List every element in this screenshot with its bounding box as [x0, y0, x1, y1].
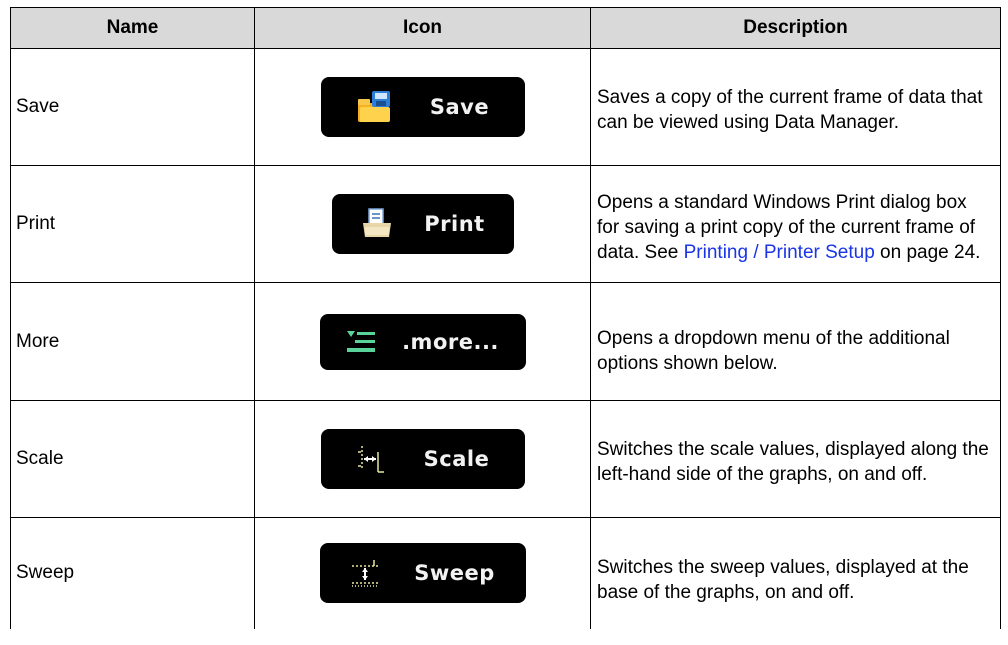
row-description: Switches the sweep values, displayed at … [590, 517, 1001, 629]
row-icon-cell: Print [254, 165, 591, 283]
row-name: Save [10, 48, 255, 166]
description-text: Opens a dropdown menu of the additional … [597, 327, 950, 374]
row-icon-cell: Save [254, 48, 591, 166]
table-row-more: More .more... Opens a dropdown menu of t… [10, 282, 1001, 401]
printer-icon [363, 208, 392, 237]
table-row-scale: Scale Scale Switches the scale values, d… [10, 400, 1001, 518]
description-text: Switches the scale values, displayed alo… [597, 439, 989, 485]
folder-disk-icon [357, 91, 390, 122]
list-menu-icon [347, 330, 376, 352]
printing-setup-link[interactable]: Printing / Printer Setup [684, 242, 875, 263]
row-description: Opens a dropdown menu of the additional … [590, 282, 1001, 401]
row-description: Saves a copy of the current frame of dat… [590, 48, 1001, 166]
row-name: Sweep [10, 517, 255, 629]
row-icon-cell: Scale [254, 400, 591, 518]
scale-arrows-icon [357, 446, 384, 473]
save-button-label: Save [429, 95, 490, 119]
more-button-label: .more... [402, 329, 499, 354]
scale-button-label: Scale [423, 447, 490, 471]
sweep-arrows-icon [352, 560, 379, 587]
row-name: Print [10, 165, 255, 283]
more-button[interactable]: .more... [319, 313, 526, 370]
row-description: Switches the scale values, displayed alo… [590, 400, 1001, 518]
description-post: on page 24. [874, 241, 981, 263]
description-text: Switches the sweep values, displayed at … [597, 557, 969, 604]
sweep-button-label: Sweep [414, 561, 495, 586]
table-row-sweep: Sweep Sweep Switches the sweep values, d… [10, 517, 1001, 629]
save-button[interactable]: Save [320, 77, 525, 137]
sweep-button[interactable]: Sweep [319, 543, 526, 604]
header-icon: Icon [254, 7, 591, 49]
toolbar-reference-table: Name Icon Description Save Save Saves a … [10, 7, 1001, 629]
table-row-print: Print Print Opens a standard Windows Pri… [10, 165, 1001, 283]
row-icon-cell: Sweep [254, 517, 591, 629]
row-name: More [10, 282, 255, 401]
row-icon-cell: .more... [254, 282, 591, 401]
row-description: Opens a standard Windows Print dialog bo… [590, 165, 1001, 283]
table-header-row: Name Icon Description [10, 7, 1001, 49]
scale-button[interactable]: Scale [320, 429, 525, 489]
header-name: Name [10, 7, 255, 49]
table-row-save: Save Save Saves a copy of the current fr… [10, 48, 1001, 166]
print-button-label: Print [424, 212, 485, 236]
description-text: Saves a copy of the current frame of dat… [597, 87, 983, 133]
print-button[interactable]: Print [331, 194, 514, 254]
description-text: Opens a standard Windows Print dialog bo… [597, 184, 992, 265]
row-name: Scale [10, 400, 255, 518]
header-description: Description [590, 7, 1001, 49]
